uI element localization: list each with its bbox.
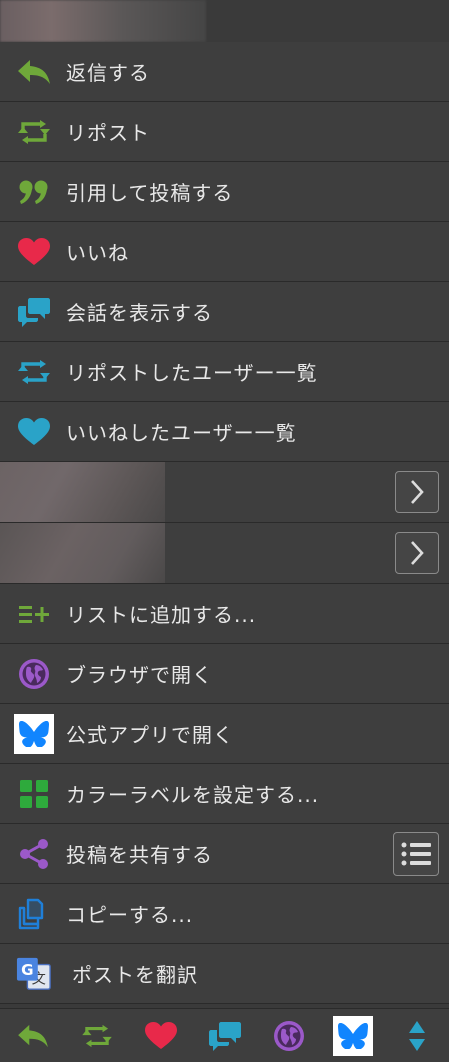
blurred-avatar bbox=[0, 462, 165, 522]
list-add-icon bbox=[16, 596, 52, 632]
reply-icon[interactable] bbox=[17, 1023, 49, 1049]
copy-icon bbox=[16, 896, 52, 932]
svg-text:G: G bbox=[21, 960, 33, 978]
share-options-button[interactable] bbox=[393, 831, 439, 876]
menu-item-label: リポストしたユーザー一覧 bbox=[66, 361, 318, 385]
chevron-right-icon bbox=[411, 541, 424, 565]
conversation-icon bbox=[16, 294, 52, 330]
chevron-right-button[interactable] bbox=[395, 532, 439, 574]
liked-users-icon bbox=[16, 414, 52, 450]
blurred-username bbox=[0, 0, 206, 42]
menu-item-label: 引用して投稿する bbox=[66, 181, 234, 205]
repost-icon[interactable] bbox=[82, 1024, 112, 1048]
repost-users-icon bbox=[16, 354, 52, 390]
globe-icon bbox=[16, 656, 52, 692]
blurred-avatar bbox=[0, 523, 165, 583]
menu-item-label: 公式アプリで開く bbox=[66, 723, 234, 747]
menu-item-show-conversation[interactable]: 会話を表示する bbox=[0, 282, 449, 342]
menu-item-label: いいねしたユーザー一覧 bbox=[66, 421, 297, 445]
menu-item-like[interactable]: いいね bbox=[0, 222, 449, 282]
share-icon bbox=[16, 836, 52, 872]
bluesky-app-icon bbox=[14, 713, 54, 754]
menu-item-color-label[interactable]: カラーラベルを設定する... bbox=[0, 764, 449, 824]
conversation-icon[interactable] bbox=[209, 1021, 241, 1051]
menu-item-open-official-app[interactable]: 公式アプリで開く bbox=[0, 704, 449, 764]
menu-item-label: ポストを翻訳 bbox=[72, 963, 198, 987]
bottom-action-bar bbox=[0, 1008, 449, 1062]
menu-item-repost-users[interactable]: リポストしたユーザー一覧 bbox=[0, 342, 449, 402]
menu-item-reply[interactable]: 返信する bbox=[0, 42, 449, 102]
translate-icon: 文G bbox=[16, 956, 52, 992]
globe-icon[interactable] bbox=[273, 1020, 305, 1052]
menu-item-label: 会話を表示する bbox=[66, 301, 213, 325]
menu-item-translate[interactable]: 文G ポストを翻訳 bbox=[0, 944, 449, 1004]
bluesky-app-icon[interactable] bbox=[333, 1015, 373, 1056]
list-icon bbox=[401, 842, 431, 865]
scroll-up-down-icon[interactable] bbox=[408, 1020, 426, 1052]
chevron-right-icon bbox=[411, 480, 424, 504]
menu-item-liked-users[interactable]: いいねしたユーザー一覧 bbox=[0, 402, 449, 462]
menu-item-label: 投稿を共有する bbox=[66, 843, 213, 867]
heart-icon[interactable] bbox=[145, 1021, 177, 1050]
menu-item-repost[interactable]: リポスト bbox=[0, 102, 449, 162]
context-menu: 返信する リポスト 引用して投稿する いいね 会話を表示する リポストしたユーザ… bbox=[0, 42, 449, 1004]
menu-item-label: 返信する bbox=[66, 61, 150, 85]
repost-icon bbox=[16, 114, 52, 150]
quote-icon bbox=[16, 174, 52, 210]
menu-item-share[interactable]: 投稿を共有する bbox=[0, 824, 449, 884]
menu-item-copy[interactable]: コピーする... bbox=[0, 884, 449, 944]
color-label-icon bbox=[16, 776, 52, 812]
reply-icon bbox=[16, 54, 52, 90]
chevron-right-button[interactable] bbox=[395, 471, 439, 513]
blurred-account-row[interactable] bbox=[0, 462, 449, 523]
menu-item-label: カラーラベルを設定する... bbox=[66, 783, 320, 807]
heart-icon bbox=[16, 234, 52, 270]
menu-item-label: コピーする... bbox=[66, 903, 194, 927]
menu-item-quote[interactable]: 引用して投稿する bbox=[0, 162, 449, 222]
menu-item-label: いいね bbox=[66, 241, 129, 265]
menu-item-add-to-list[interactable]: リストに追加する... bbox=[0, 584, 449, 644]
menu-item-label: リストに追加する... bbox=[66, 603, 257, 627]
menu-item-open-browser[interactable]: ブラウザで開く bbox=[0, 644, 449, 704]
blurred-account-row[interactable] bbox=[0, 523, 449, 584]
menu-item-label: ブラウザで開く bbox=[66, 663, 213, 687]
menu-item-label: リポスト bbox=[66, 121, 150, 145]
